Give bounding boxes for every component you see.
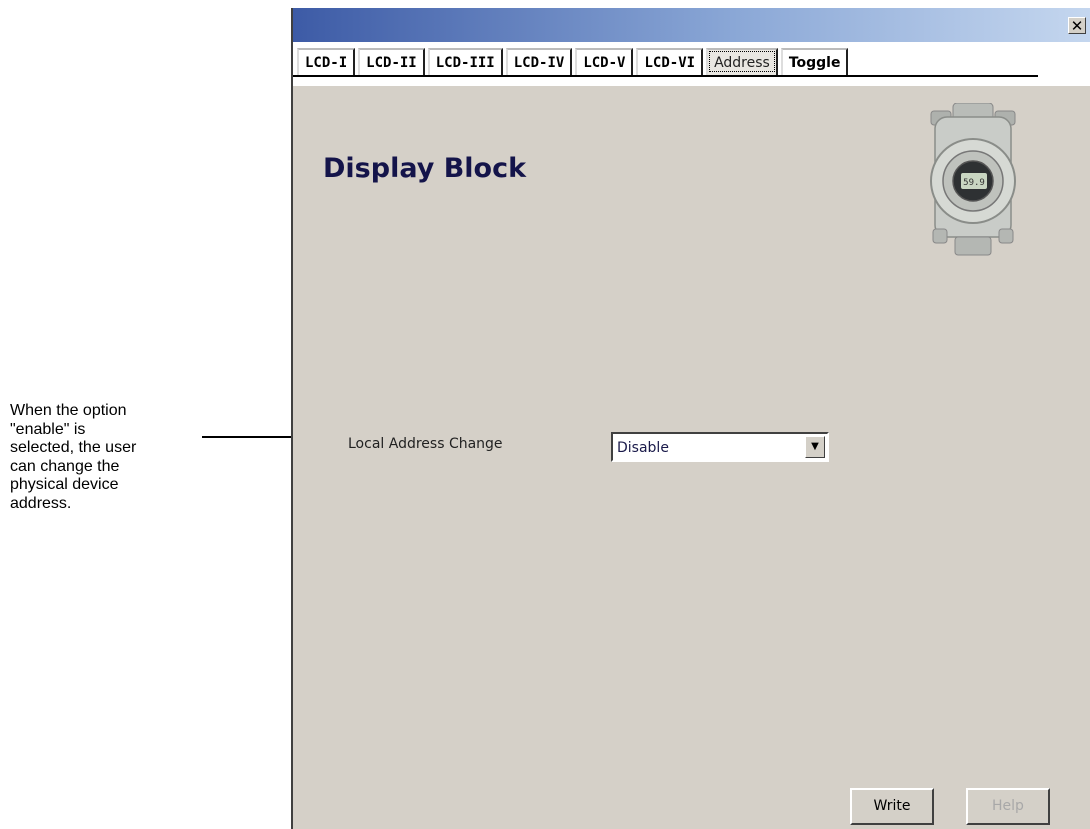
- tab-lcd-i[interactable]: LCD-I: [297, 48, 356, 75]
- title-bar: ✕: [293, 8, 1090, 42]
- annotation-line: physical device: [10, 476, 119, 493]
- annotation-line: selected, the user: [10, 439, 137, 456]
- chevron-down-icon[interactable]: ▼: [805, 436, 825, 458]
- local-address-change-select[interactable]: Disable ▼: [611, 432, 829, 462]
- local-address-change-label: Local Address Change: [348, 436, 503, 452]
- select-value: Disable: [617, 440, 669, 456]
- device-display-readout: 59.9: [963, 178, 985, 188]
- transmitter-device-image: 59.9: [930, 103, 1016, 256]
- write-button[interactable]: Write: [850, 788, 934, 825]
- tab-lcd-iv[interactable]: LCD-IV: [505, 48, 573, 75]
- tab-toggle[interactable]: Toggle: [780, 48, 849, 75]
- page-title: Display Block: [323, 153, 527, 184]
- tab-divider: [293, 75, 1038, 77]
- display-block-window: ✕ LCD-I LCD-II LCD-III LCD-IV LCD-V LCD-…: [291, 8, 1090, 829]
- tab-lcd-vi[interactable]: LCD-VI: [636, 48, 704, 75]
- tab-lcd-iii[interactable]: LCD-III: [427, 48, 503, 75]
- tab-lcd-ii[interactable]: LCD-II: [358, 48, 425, 75]
- close-button[interactable]: ✕: [1068, 17, 1086, 35]
- help-button[interactable]: Help: [966, 788, 1050, 825]
- annotation-callout: When the option "enable" is selected, th…: [10, 402, 190, 513]
- tab-lcd-v[interactable]: LCD-V: [575, 48, 634, 75]
- annotation-line: can change the: [10, 457, 120, 475]
- annotation-line: "enable" is: [10, 420, 86, 438]
- annotation-line: address.: [10, 494, 72, 512]
- tab-address[interactable]: Address: [706, 48, 778, 75]
- annotation-line: When the option: [10, 402, 127, 419]
- tab-strip: LCD-I LCD-II LCD-III LCD-IV LCD-V LCD-VI…: [293, 42, 1090, 86]
